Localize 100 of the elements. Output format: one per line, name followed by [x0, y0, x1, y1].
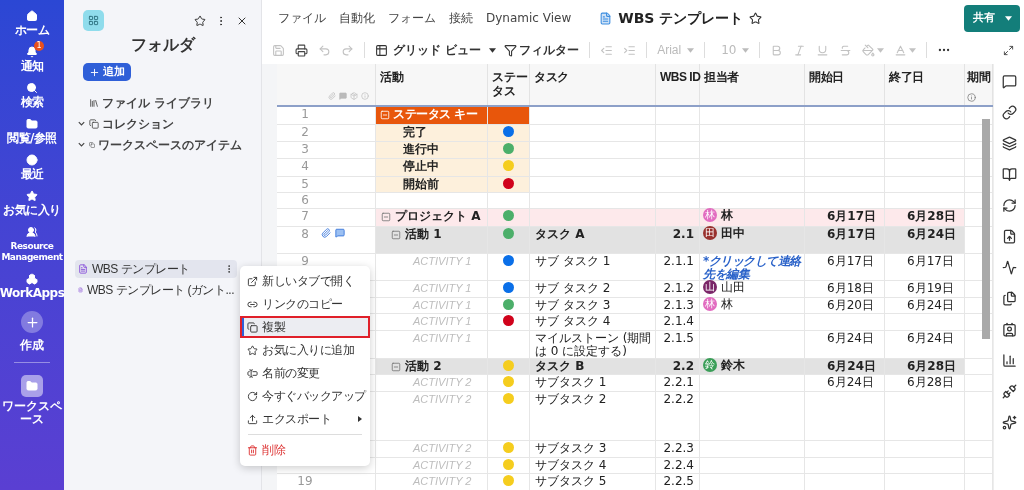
table-cell: 2.1.5	[656, 331, 700, 359]
cell-text: 鈴木	[721, 358, 745, 372]
avatar: 田	[703, 226, 717, 240]
cell-text: ACTIVITY 2	[411, 442, 472, 455]
cell-text: プロジェクト A	[395, 210, 481, 223]
table-cell: サブタスク 4	[530, 458, 656, 474]
row-number: 7	[301, 210, 309, 223]
tree-item[interactable]: ファイル ライブラリ	[77, 95, 242, 110]
avatar: 林	[703, 297, 717, 311]
cell-text: ACTIVITY 1	[411, 282, 472, 295]
menu-item[interactable]: リンクのコピー	[240, 293, 370, 315]
table-cell: サブタスク 2	[530, 392, 656, 441]
tree-item[interactable]: ワークスペースのアイテム	[77, 137, 242, 152]
table-cell: 2.2.2	[656, 392, 700, 441]
table-cell: 6月24日	[885, 331, 965, 359]
table-cell: 2.1.3	[656, 298, 700, 314]
table-cell: 6月17日	[885, 254, 965, 281]
table-cell: 6月20日	[805, 298, 885, 314]
cell-text: 田中	[721, 226, 745, 240]
menu-item[interactable]: 今すぐバックアップ	[240, 385, 370, 407]
notification-badge: 1	[34, 41, 44, 51]
table-cell: 2.2.1	[656, 375, 700, 392]
share-button[interactable]: 共有	[964, 4, 1020, 32]
menu-item[interactable]: Dynamic View	[486, 9, 572, 27]
nav-item[interactable]: 最近	[3, 152, 61, 182]
cell-text: 停止中	[402, 160, 439, 173]
row-number: 19	[297, 475, 313, 488]
sheet-item[interactable]: WBS テンプレート	[75, 260, 237, 278]
menu-item[interactable]: エクスポート	[240, 408, 370, 430]
table-cell: 6月28日	[885, 209, 965, 227]
cell-text: 活動 2	[405, 360, 442, 373]
menu-item[interactable]: 名前の変更	[240, 362, 370, 384]
menu-item[interactable]: ファイル	[278, 9, 326, 27]
table-cell: 6月17日	[805, 209, 885, 227]
table-cell: サブ タスク 2	[530, 281, 656, 298]
sheet-item[interactable]: WBS テンプレート (ガント...	[75, 281, 237, 299]
table-cell: 2.2.4	[656, 458, 700, 474]
nav-item[interactable]: 閲覧/参照	[3, 116, 61, 146]
table-cell: 6月18日	[805, 281, 885, 298]
row-number: 4	[301, 160, 309, 173]
row-number: 2	[301, 126, 309, 139]
grid-view-button[interactable]: グリッド ビュー	[375, 41, 497, 59]
table-cell: サブ タスク 1	[530, 254, 656, 281]
table-cell: 2.2.3	[656, 441, 700, 458]
table-cell: 6月17日	[805, 227, 885, 254]
column-header[interactable]: WBS ID	[660, 70, 699, 84]
avatar: 山	[703, 280, 717, 294]
nav-item[interactable]: Resource Management	[3, 224, 61, 265]
filter-button[interactable]: フィルター	[504, 41, 580, 59]
column-header[interactable]: 活動	[380, 70, 487, 84]
table-cell: サブタスク 1	[530, 375, 656, 392]
cell-text: ACTIVITY 2	[411, 393, 472, 406]
cell-text: ACTIVITY 1	[411, 315, 472, 328]
row-number: 6	[301, 194, 309, 207]
menu-item[interactable]: 新しいタブで開く	[240, 270, 370, 292]
column-header[interactable]: 期間	[967, 70, 992, 84]
menu-item[interactable]: お気に入りに追加	[240, 339, 370, 361]
table-cell: 6月24日	[805, 359, 885, 375]
add-button[interactable]: 追加	[83, 63, 131, 81]
tree-item[interactable]: コレクション	[77, 116, 242, 131]
panel-title: フォルダ	[129, 34, 197, 56]
cell-text: 山田	[721, 280, 745, 294]
menu-item[interactable]: 自動化	[339, 9, 375, 27]
table-cell: 2.1	[656, 227, 700, 254]
avatar: 林	[703, 208, 717, 222]
nav-item[interactable]: お気に入り	[3, 188, 61, 218]
menu-item[interactable]: 複製	[240, 316, 370, 338]
row-number: 3	[301, 143, 309, 156]
column-header[interactable]: 終了日	[889, 70, 964, 84]
cell-text: ACTIVITY 1	[411, 299, 472, 312]
row-number: 5	[301, 178, 309, 191]
column-header[interactable]: ステータス	[492, 70, 529, 98]
avatar: 鈴	[703, 358, 717, 372]
nav-item[interactable]: 検索	[3, 80, 61, 110]
table-cell: サブタスク 3	[530, 441, 656, 458]
cell-text: ACTIVITY 2	[411, 475, 472, 488]
menu-item[interactable]: フォーム	[388, 9, 436, 27]
table-cell: 6月19日	[885, 281, 965, 298]
column-header[interactable]: タスク	[534, 70, 655, 84]
cell-text: 林	[721, 208, 733, 222]
row-number: 8	[301, 228, 309, 241]
cell-text: ステータス キー	[393, 108, 478, 121]
edit-contact-link[interactable]: *クリックして連絡先を編集	[703, 255, 804, 281]
table-cell: 6月24日	[885, 227, 965, 254]
table-cell: 2.1.2	[656, 281, 700, 298]
cell-text: ACTIVITY 1	[411, 332, 472, 345]
table-cell: 6月24日	[885, 298, 965, 314]
column-header[interactable]: 開始日	[809, 70, 884, 84]
cell-text: 開始前	[402, 178, 439, 191]
table-cell: タスク A	[530, 227, 656, 254]
cell-text: 活動 1	[405, 228, 442, 241]
table-cell: サブタスク 5	[530, 474, 656, 490]
column-header[interactable]: 担当者	[704, 70, 804, 84]
table-cell: 6月17日	[805, 254, 885, 281]
menu-item[interactable]: 削除	[240, 439, 370, 461]
sheet-title: WBS テンプレート	[618, 8, 744, 28]
nav-item[interactable]: ホーム	[3, 8, 61, 38]
table-cell: タスク B	[530, 359, 656, 375]
menu-item[interactable]: 接続	[449, 9, 473, 27]
table-cell: 2.2.5	[656, 474, 700, 490]
